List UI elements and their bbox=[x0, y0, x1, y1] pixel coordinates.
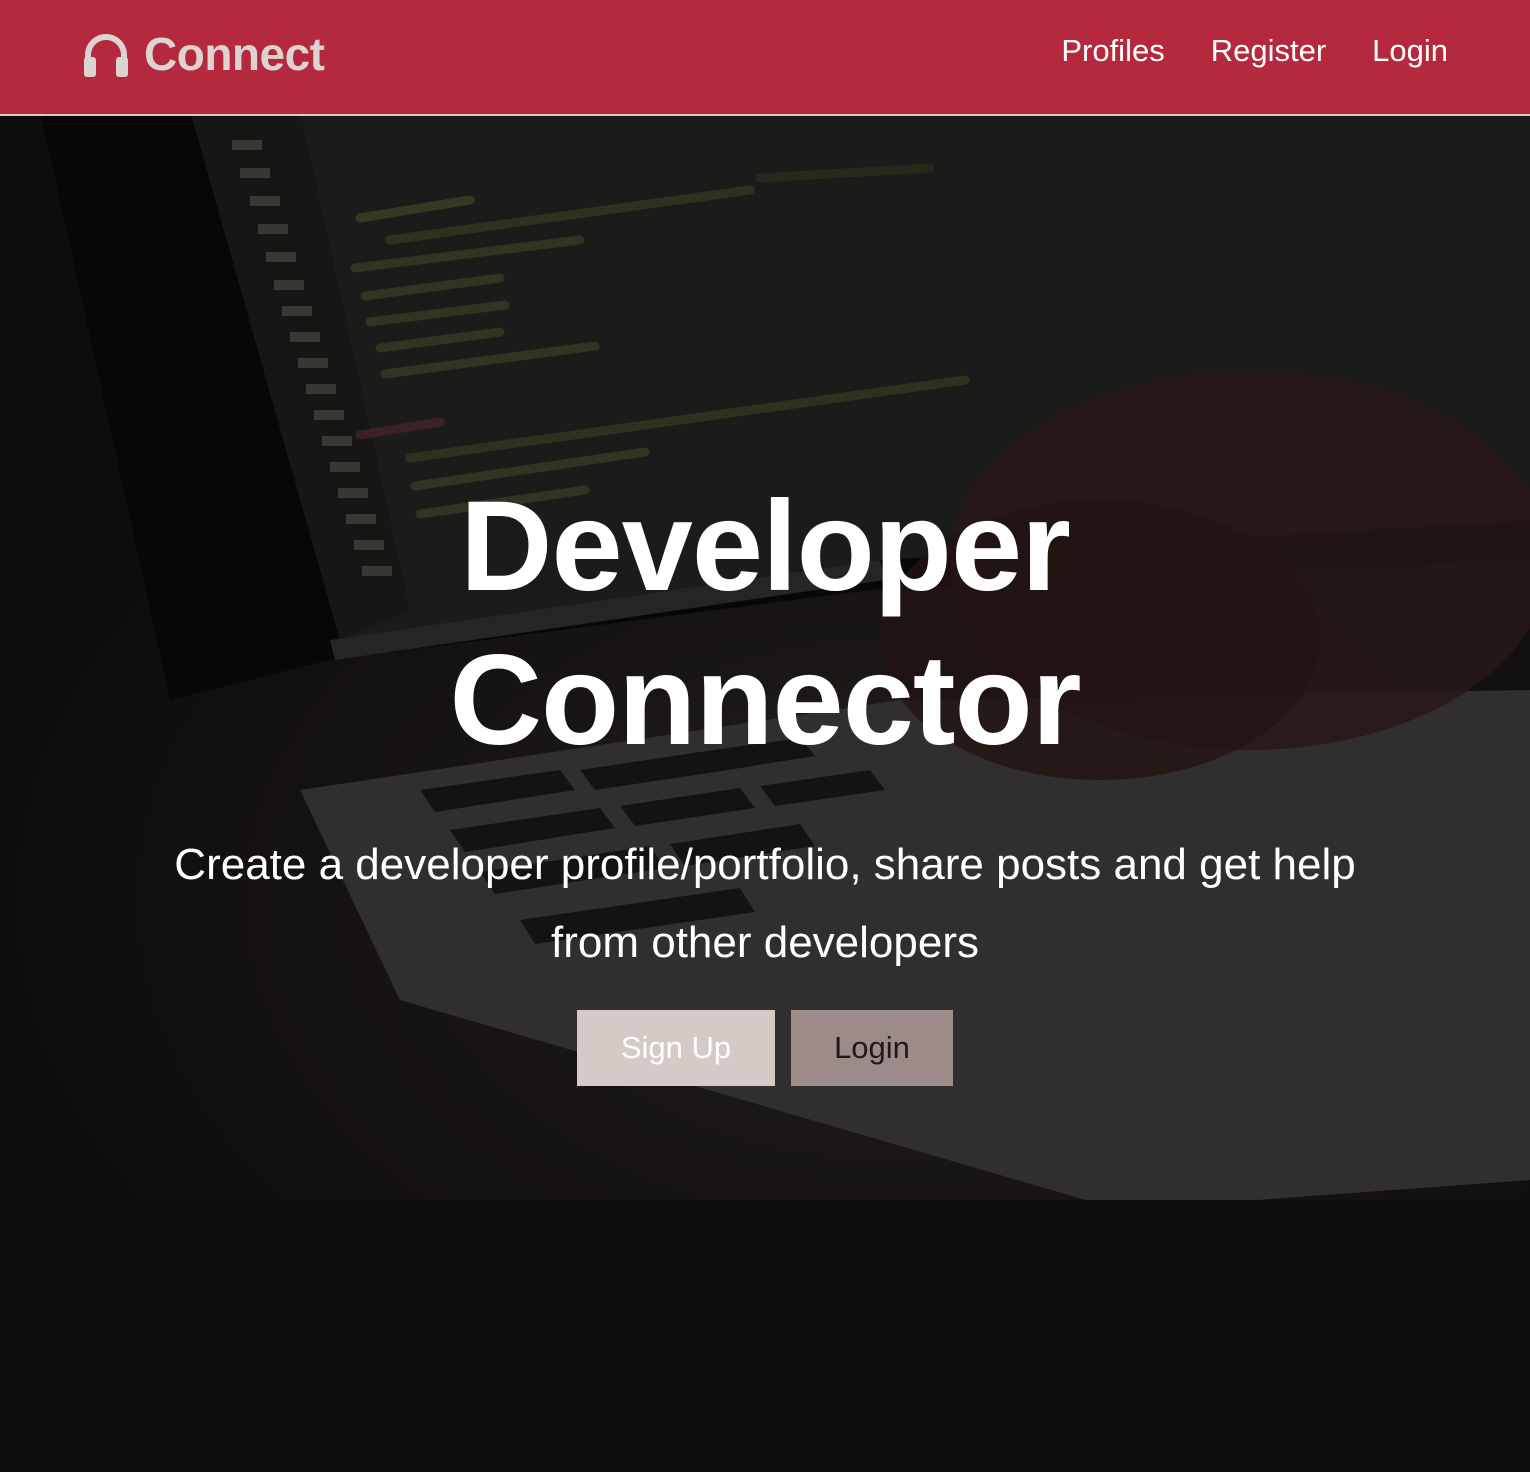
nav-link-login[interactable]: Login bbox=[1372, 30, 1448, 72]
hero-section: Developer Connector Create a developer p… bbox=[0, 470, 1530, 1086]
hero-buttons: Sign Up Login bbox=[0, 1010, 1530, 1086]
hero-title: Developer Connector bbox=[449, 475, 1082, 772]
nav-links: Profiles Register Login bbox=[1061, 30, 1448, 72]
nav-link-register[interactable]: Register bbox=[1211, 30, 1326, 72]
brand-name: Connect bbox=[144, 28, 325, 80]
headphones-icon bbox=[82, 31, 130, 77]
hero-subtitle: Create a developer profile/portfolio, sh… bbox=[174, 840, 1356, 967]
login-button[interactable]: Login bbox=[791, 1010, 953, 1086]
sign-up-button[interactable]: Sign Up bbox=[577, 1010, 775, 1086]
nav-link-profiles[interactable]: Profiles bbox=[1061, 30, 1164, 72]
top-navbar: Connect Profiles Register Login bbox=[0, 0, 1530, 116]
brand-logo-link[interactable]: Connect bbox=[82, 26, 325, 82]
